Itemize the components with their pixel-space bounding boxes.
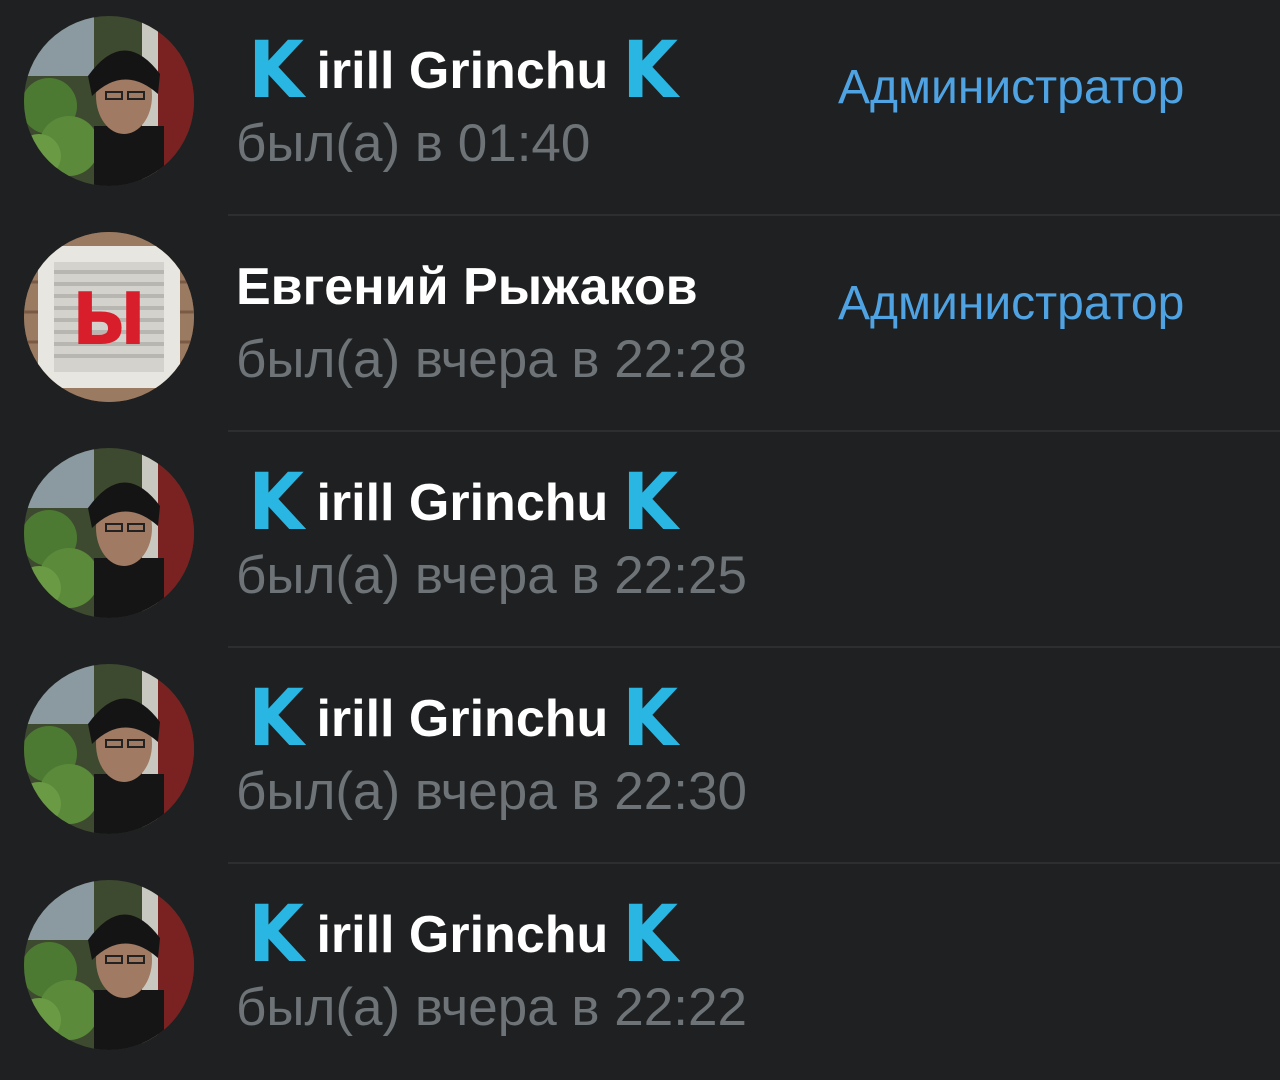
k-emoji-icon: K — [248, 458, 305, 548]
member-status: был(а) вчера в 22:22 — [236, 978, 747, 1037]
member-name-text: irill Grinchu — [316, 42, 609, 100]
member-name-text: irill Grinchu — [316, 474, 609, 532]
member-role-badge: Администратор — [838, 61, 1185, 114]
k-emoji-icon: K — [622, 458, 679, 548]
k-emoji-icon: K — [248, 890, 305, 980]
member-name: K irill Grinchu K — [246, 458, 681, 548]
member-name: Евгений Рыжаков — [236, 252, 698, 322]
member-name: K irill Grinchu K — [246, 890, 681, 980]
k-emoji-icon: K — [622, 26, 679, 116]
member-name: K irill Grinchu K — [246, 674, 681, 764]
portrait-photo-icon — [24, 448, 194, 618]
member-status: был(а) вчера в 22:28 — [236, 330, 747, 389]
member-name-text: Евгений Рыжаков — [236, 258, 698, 316]
member-status: был(а) в 01:40 — [236, 114, 591, 173]
members-list: K irill Grinchu K был(а) в 01:40 Админис… — [0, 0, 1280, 1054]
member-name-text: irill Grinchu — [316, 906, 609, 964]
portrait-photo-icon — [24, 880, 194, 1050]
avatar[interactable]: Ы — [24, 232, 194, 402]
member-role-badge: Администратор — [838, 277, 1185, 330]
portrait-photo-icon — [24, 16, 194, 186]
avatar[interactable] — [24, 16, 194, 186]
member-row[interactable]: Ы Евгений Рыжаков был(а) вчера в 22:28 А… — [0, 216, 1280, 432]
avatar[interactable] — [24, 664, 194, 834]
member-row[interactable]: K irill Grinchu K был(а) вчера в 22:25 — [0, 432, 1280, 648]
k-emoji-icon: K — [622, 890, 679, 980]
member-row[interactable]: K irill Grinchu K был(а) вчера в 22:30 — [0, 648, 1280, 864]
member-row[interactable]: K irill Grinchu K был(а) вчера в 22:22 — [0, 864, 1280, 1080]
member-name: K irill Grinchu K — [246, 26, 681, 116]
avatar[interactable] — [24, 448, 194, 618]
k-emoji-icon: K — [248, 26, 305, 116]
sign-photo-icon: Ы — [24, 232, 194, 402]
member-row[interactable]: K irill Grinchu K был(а) в 01:40 Админис… — [0, 0, 1280, 216]
avatar-letter: Ы — [72, 277, 147, 361]
member-name-text: irill Grinchu — [316, 690, 609, 748]
member-status: был(а) вчера в 22:30 — [236, 762, 747, 821]
k-emoji-icon: K — [248, 674, 305, 764]
avatar[interactable] — [24, 880, 194, 1050]
k-emoji-icon: K — [622, 674, 679, 764]
member-status: был(а) вчера в 22:25 — [236, 546, 747, 605]
portrait-photo-icon — [24, 664, 194, 834]
